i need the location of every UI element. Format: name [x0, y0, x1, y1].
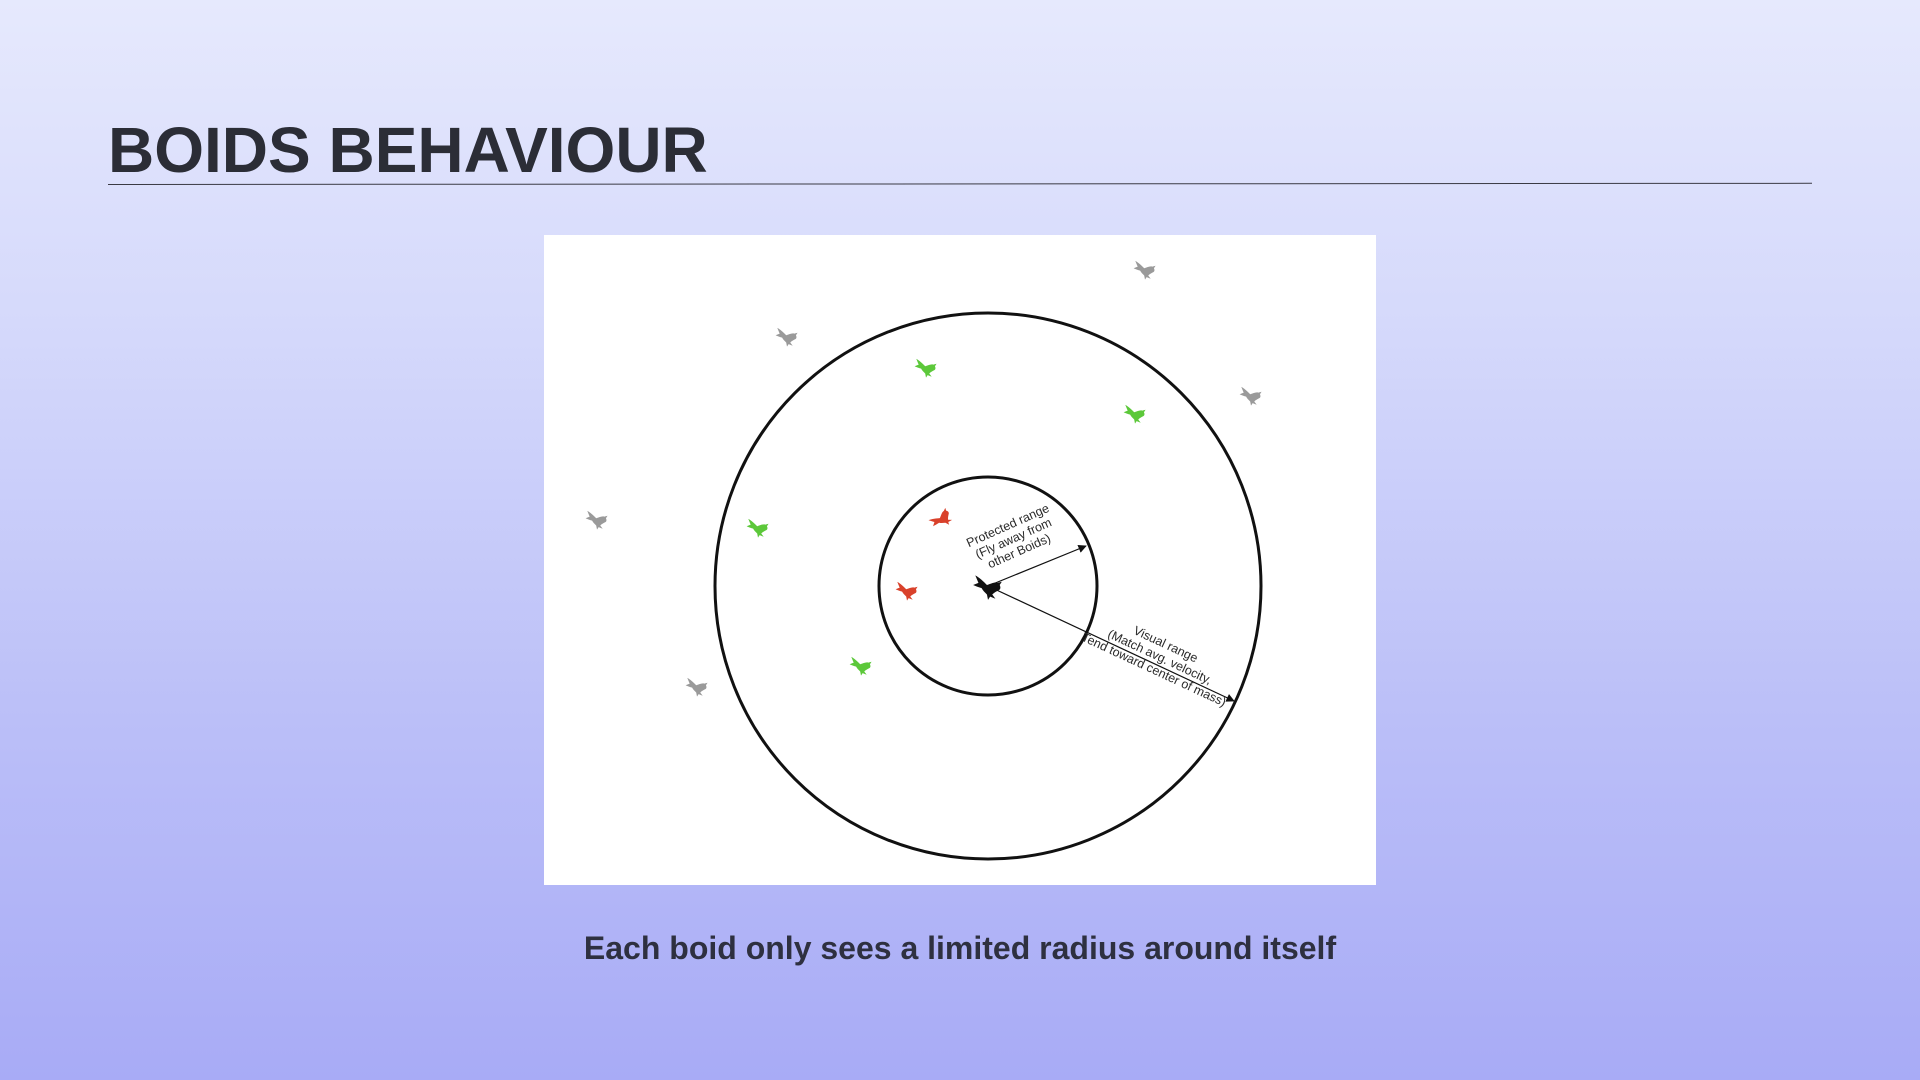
focal-boid-icon — [973, 575, 1002, 600]
protected-boid-icon — [895, 581, 918, 601]
visible-boid-icon — [914, 358, 937, 378]
outside-boid-icon — [1133, 260, 1156, 280]
title-divider — [107, 182, 1812, 185]
outside-boid-icon — [1239, 386, 1262, 406]
boids-diagram: Protected range (Fly away from other Boi… — [544, 235, 1376, 885]
slide-caption: Each boid only sees a limited radius aro… — [583, 930, 1337, 966]
outside-boid-icon — [585, 510, 608, 530]
protected-boid-icon — [927, 504, 956, 534]
protected-range-label: Protected range (Fly away from other Boi… — [964, 501, 1053, 571]
slide-title: BOIDS BEHAVIOUR — [108, 114, 708, 186]
outside-boid-icon — [685, 677, 708, 697]
visual-range-label: Visual range (Match avg. velocity, Tend … — [1079, 623, 1228, 709]
outside-boid-icon — [775, 327, 798, 347]
visible-boid-icon — [849, 656, 872, 676]
boids-diagram-svg: Protected range (Fly away from other Boi… — [585, 260, 1263, 861]
visible-boid-icon — [746, 518, 769, 538]
visible-boid-icon — [1123, 404, 1146, 424]
